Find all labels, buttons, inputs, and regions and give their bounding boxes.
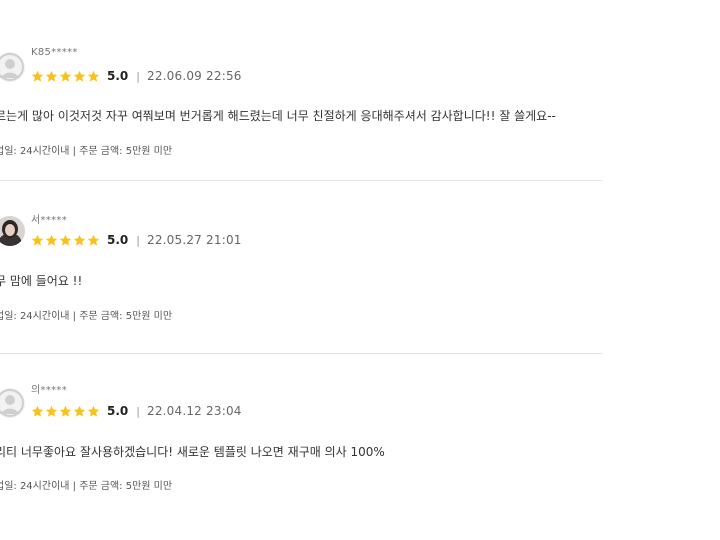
separator: |: [136, 233, 140, 247]
rating-score: 5.0: [107, 233, 129, 247]
star-icon: [45, 405, 58, 418]
review-date: 22.06.09 22:56: [146, 69, 242, 83]
star-icon: [87, 405, 100, 418]
star-icon: [73, 405, 86, 418]
star-rating: [31, 70, 101, 83]
review-date: 22.05.27 21:01: [146, 233, 242, 247]
star-icon: [73, 70, 86, 83]
separator: |: [136, 69, 140, 83]
default-avatar-icon: [0, 388, 25, 418]
divider: [0, 353, 602, 354]
star-icon: [31, 70, 44, 83]
reviewer-name: 서*****: [31, 215, 67, 226]
rating-score: 5.0: [107, 404, 129, 418]
star-icon: [45, 234, 58, 247]
review-text: 르는게 많아 이것저것 자꾸 여쭤보며 번거롭게 해드렸는데 너무 친절하게 응…: [0, 109, 556, 123]
star-icon: [59, 405, 72, 418]
star-icon: [73, 234, 86, 247]
profile-photo: [0, 216, 25, 246]
rating-row: 5.0 | 22.06.09 22:56: [31, 68, 242, 84]
star-icon: [87, 234, 100, 247]
star-rating: [31, 405, 101, 418]
star-icon: [87, 70, 100, 83]
star-icon: [31, 405, 44, 418]
star-icon: [45, 70, 58, 83]
star-icon: [59, 70, 72, 83]
rating-score: 5.0: [107, 69, 129, 83]
star-rating: [31, 234, 101, 247]
review-list: K85***** 5.0 | 22.06.09 22:56 르는게 많아 이것저…: [0, 0, 720, 540]
rating-row: 5.0 | 22.05.27 21:01: [31, 232, 242, 248]
review-text: 리티 너무좋아요 잘사용하겠습니다! 새로운 템플릿 나오면 재구매 의사 10…: [0, 445, 385, 459]
review-meta: 업일: 24시간이내 | 주문 금액: 5만원 미만: [0, 311, 173, 322]
divider: [0, 180, 602, 181]
rating-row: 5.0 | 22.04.12 23:04: [31, 403, 242, 419]
review-meta: 업일: 24시간이내 | 주문 금액: 5만원 미만: [0, 146, 173, 157]
default-avatar-icon: [0, 52, 25, 82]
reviewer-name: K85*****: [31, 47, 78, 58]
review-meta: 업일: 24시간이내 | 주문 금액: 5만원 미만: [0, 481, 173, 492]
star-icon: [59, 234, 72, 247]
review-text: 무 맘에 들어요 !!: [0, 274, 83, 288]
separator: |: [136, 404, 140, 418]
review-date: 22.04.12 23:04: [146, 404, 242, 418]
reviewer-name: 의*****: [31, 385, 67, 396]
star-icon: [31, 234, 44, 247]
